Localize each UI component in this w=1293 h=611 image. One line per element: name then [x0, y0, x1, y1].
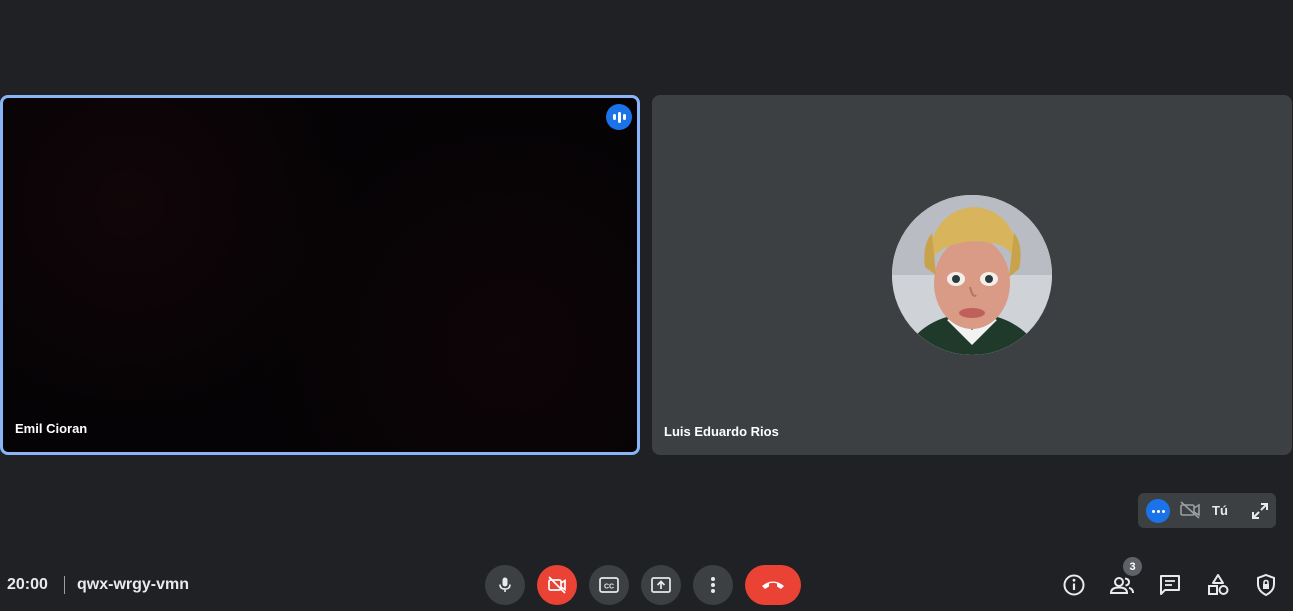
svg-text:CC: CC: [604, 584, 614, 591]
host-controls-icon: [1257, 573, 1275, 597]
participant-count-badge: 3: [1123, 557, 1142, 576]
participant-tile-luis[interactable]: Luis Eduardo Rios: [652, 95, 1292, 455]
participant-name: Emil Cioran: [15, 421, 88, 436]
self-more-options-icon[interactable]: [1146, 499, 1170, 523]
host-controls-button[interactable]: [1253, 572, 1279, 598]
info-icon: [1063, 574, 1085, 596]
captions-icon: CC: [599, 577, 619, 593]
activities-button[interactable]: [1205, 572, 1231, 598]
chat-icon: [1160, 575, 1180, 595]
hang-up-icon: [762, 581, 784, 589]
present-screen-button[interactable]: [641, 565, 681, 605]
participant-name: Luis Eduardo Rios: [664, 424, 779, 439]
avatar: [892, 195, 1052, 355]
camera-toggle-button[interactable]: [537, 565, 577, 605]
hang-up-button[interactable]: [745, 565, 801, 605]
camera-off-icon: [1179, 500, 1201, 525]
speaking-indicator-icon: [606, 104, 632, 130]
microphone-button[interactable]: [485, 565, 525, 605]
meeting-details-button[interactable]: [1061, 572, 1087, 598]
people-icon: [1109, 577, 1134, 594]
divider: [64, 576, 65, 594]
present-screen-icon: [651, 577, 671, 593]
participant-tile-emil[interactable]: Emil Cioran: [0, 95, 640, 455]
meeting-code: qwx-wrgy-vmn: [77, 576, 190, 593]
activities-icon: [1208, 574, 1229, 595]
camera-off-icon: [548, 576, 566, 594]
meeting-time: 20:00: [7, 576, 48, 593]
self-view-pill[interactable]: Tú: [1138, 493, 1276, 528]
expand-icon[interactable]: [1250, 501, 1270, 526]
mic-icon: [499, 577, 511, 592]
more-options-icon: [711, 577, 715, 593]
meet-call-screen: Emil Cioran Luis Eduardo Rios Tú 20:00 q…: [0, 0, 1293, 611]
more-options-button[interactable]: [693, 565, 733, 605]
captions-button[interactable]: CC: [589, 565, 629, 605]
self-label: Tú: [1212, 503, 1228, 518]
bottom-control-bar: 20:00 qwx-wrgy-vmn CC: [0, 560, 1293, 611]
chat-button[interactable]: [1157, 572, 1183, 598]
